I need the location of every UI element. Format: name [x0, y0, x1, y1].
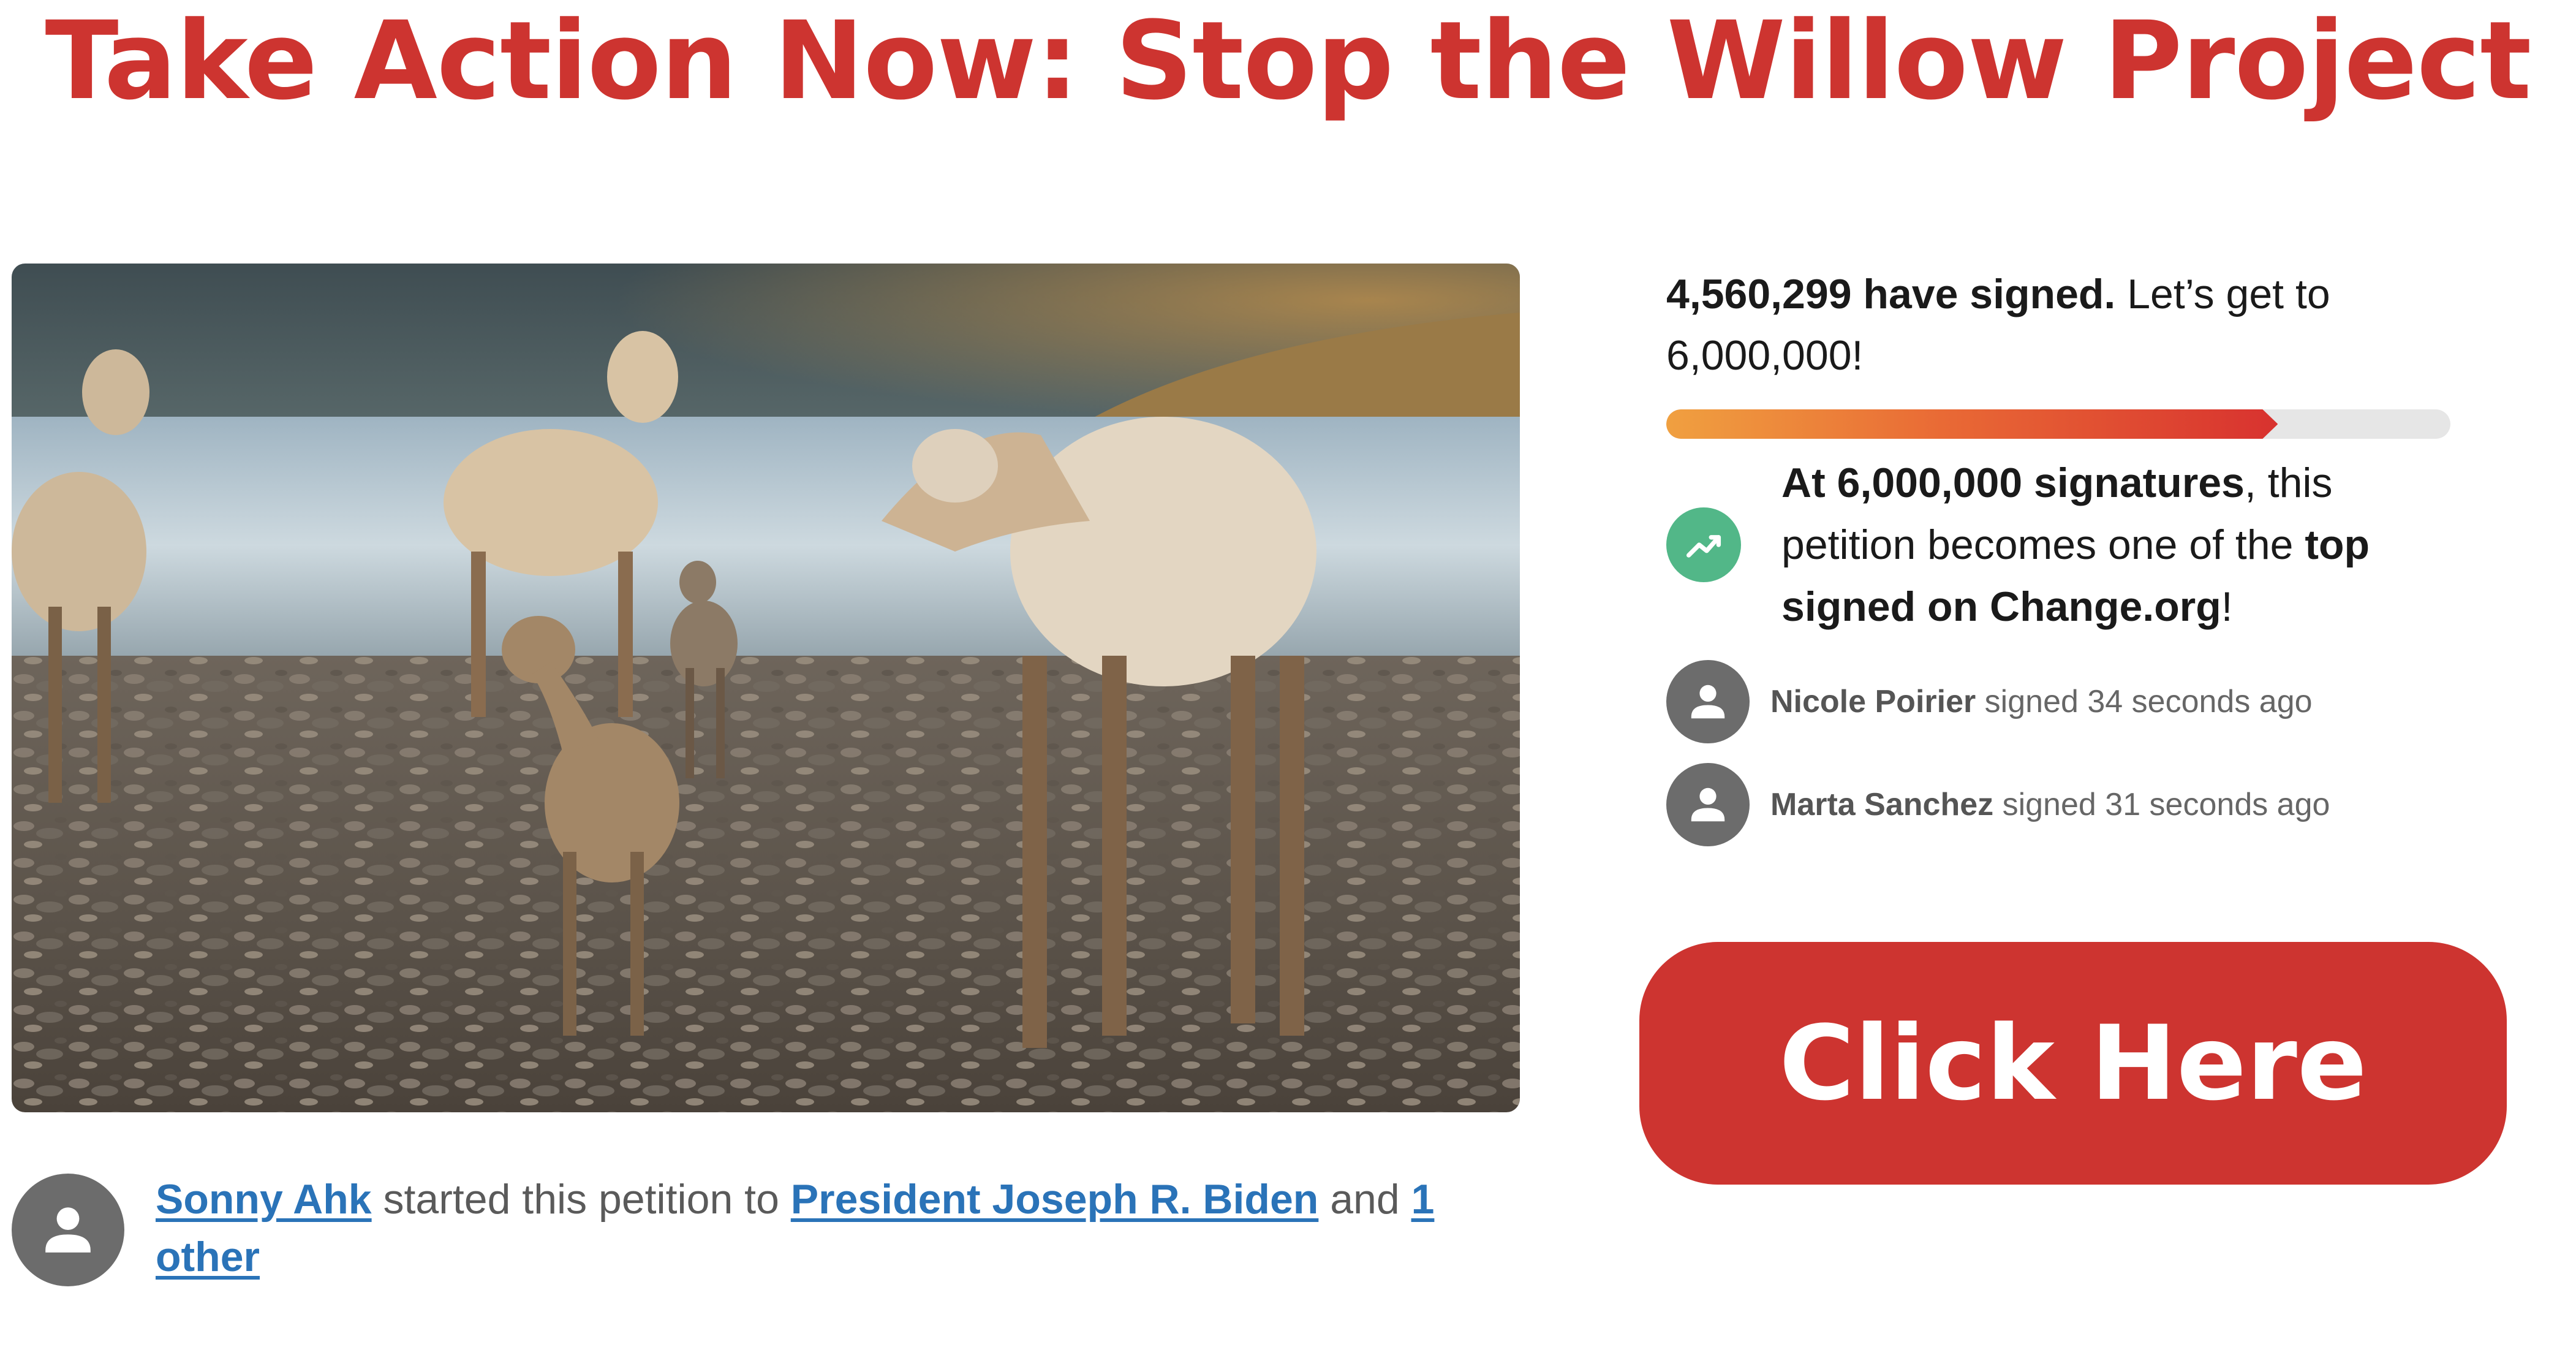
signer-activity: Nicole Poirier signed 34 seconds ago [1770, 680, 2313, 724]
recent-signer-item: Nicole Poirier signed 34 seconds ago [1666, 660, 2463, 743]
click-here-button[interactable]: Click Here [1639, 942, 2507, 1185]
caribou-photo [12, 264, 1520, 1112]
milestone-lead: At 6,000,000 signatures [1781, 460, 2245, 506]
hero-image [12, 264, 1520, 1112]
signer-time: signed 31 seconds ago [1993, 787, 2330, 822]
progress-bar-fill [1666, 409, 2278, 439]
signer-name: Nicole Poirier [1770, 684, 1976, 719]
and-text: and [1318, 1176, 1411, 1223]
starter-avatar [12, 1174, 124, 1286]
progress-bar [1666, 409, 2450, 439]
starter-name-link[interactable]: Sonny Ahk [156, 1176, 372, 1223]
page-title: Take Action Now: Stop the Willow Project [45, 0, 2532, 124]
signer-name: Marta Sanchez [1770, 787, 1994, 822]
recent-signer-item: Marta Sanchez signed 31 seconds ago [1666, 763, 2463, 846]
user-icon [45, 1207, 91, 1253]
petition-starter-line: Sonny Ahk started this petition to Presi… [156, 1171, 1534, 1286]
signed-count: 4,560,299 have signed. [1666, 271, 2116, 317]
user-icon [1691, 685, 1725, 719]
signer-avatar [1666, 660, 1750, 743]
target-name-link[interactable]: President Joseph R. Biden [791, 1176, 1319, 1223]
milestone-message: At 6,000,000 signatures, this petition b… [1781, 452, 2468, 638]
signer-avatar [1666, 763, 1750, 846]
milestone-end: ! [2221, 583, 2233, 630]
trending-up-icon [1666, 507, 1741, 582]
user-icon [1691, 787, 1725, 822]
signature-count: 4,560,299 have signed. Let’s get to 6,00… [1666, 264, 2463, 386]
signer-activity: Marta Sanchez signed 31 seconds ago [1770, 783, 2330, 827]
signer-time: signed 34 seconds ago [1976, 684, 2313, 719]
started-text: started this petition to [371, 1176, 791, 1223]
